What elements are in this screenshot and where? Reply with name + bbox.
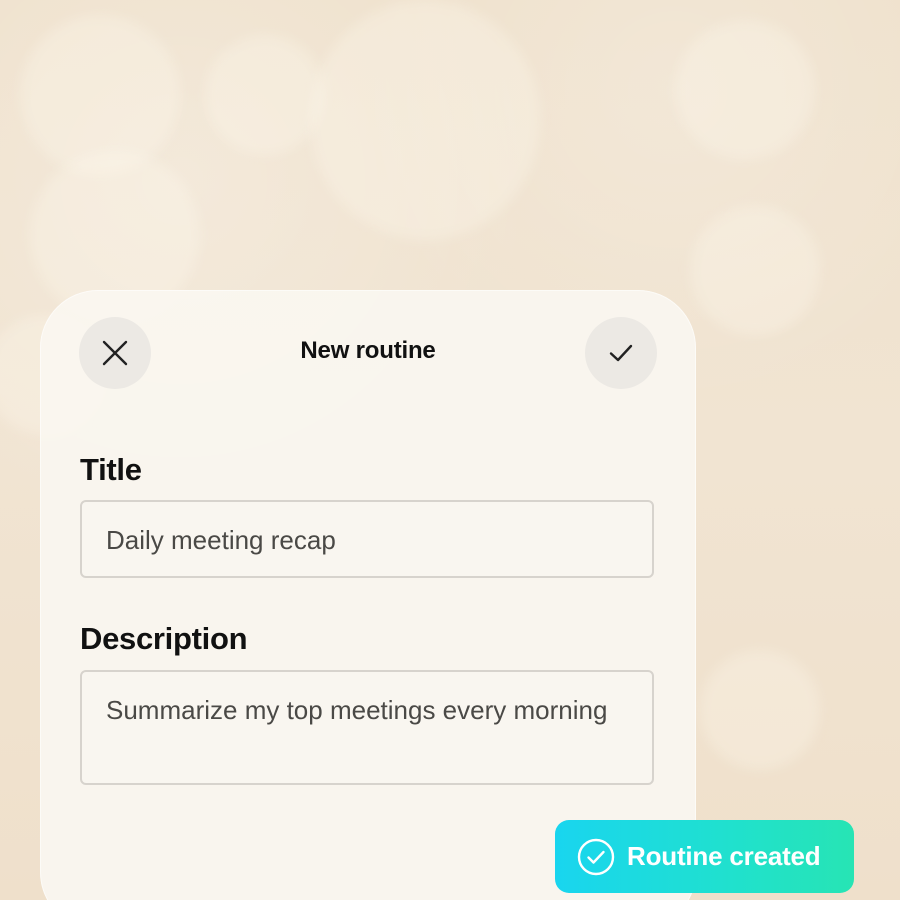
title-input[interactable]: Daily meeting recap [80,500,654,578]
close-button[interactable] [79,317,151,389]
bokeh-light [700,650,820,770]
description-label: Description [80,621,248,656]
description-textarea[interactable]: Summarize my top meetings every morning [80,670,654,785]
bokeh-light [675,20,815,160]
close-icon [102,340,128,366]
bokeh-light [310,0,540,240]
toast-message: Routine created [627,841,821,871]
title-label: Title [80,452,142,487]
check-circle-icon [577,838,615,876]
check-icon [609,344,633,362]
confirm-button[interactable] [585,317,657,389]
routine-created-toast: Routine created [555,820,854,893]
dialog-title: New routine [300,337,436,364]
bokeh-light [690,205,820,335]
bokeh-light [205,35,325,155]
new-routine-dialog: New routine Title Daily meeting recap De… [40,290,696,900]
